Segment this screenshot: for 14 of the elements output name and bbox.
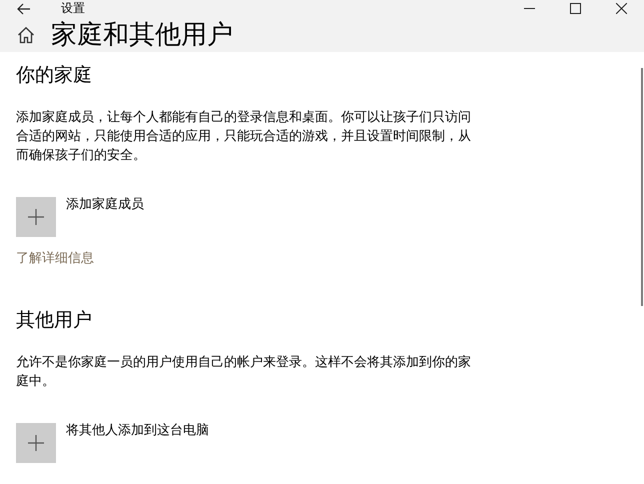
learn-more-link[interactable]: 了解详细信息 [16,249,94,267]
maximize-icon[interactable] [570,3,581,14]
back-icon[interactable] [17,2,31,14]
add-user-link[interactable]: 添加家庭成员 [66,197,144,213]
scrollbar[interactable] [641,68,643,306]
section-description: 允许不是你家庭一员的用户使用自己的帐户来登录。这样不会将其添加到你的家庭中。 [16,354,471,391]
home-icon[interactable] [17,26,35,44]
close-icon[interactable] [616,3,627,14]
section-description: 添加家庭成员，让每个人都能有自己的登录信息和桌面。你可以让孩子们只访问合适的网站，只能使用合适的应用，只能玩合适的游戏，并且设置时间限制，从而确保孩子们的安全。 [16,109,471,165]
add-user-link[interactable]: 将其他人添加到这台电脑 [66,423,209,439]
section-heading: 你的家庭 [16,63,92,88]
page-title: 家庭和其他用户 [51,19,233,52]
section-heading: 其他用户 [16,308,92,333]
window-title: 设置 [61,0,85,17]
